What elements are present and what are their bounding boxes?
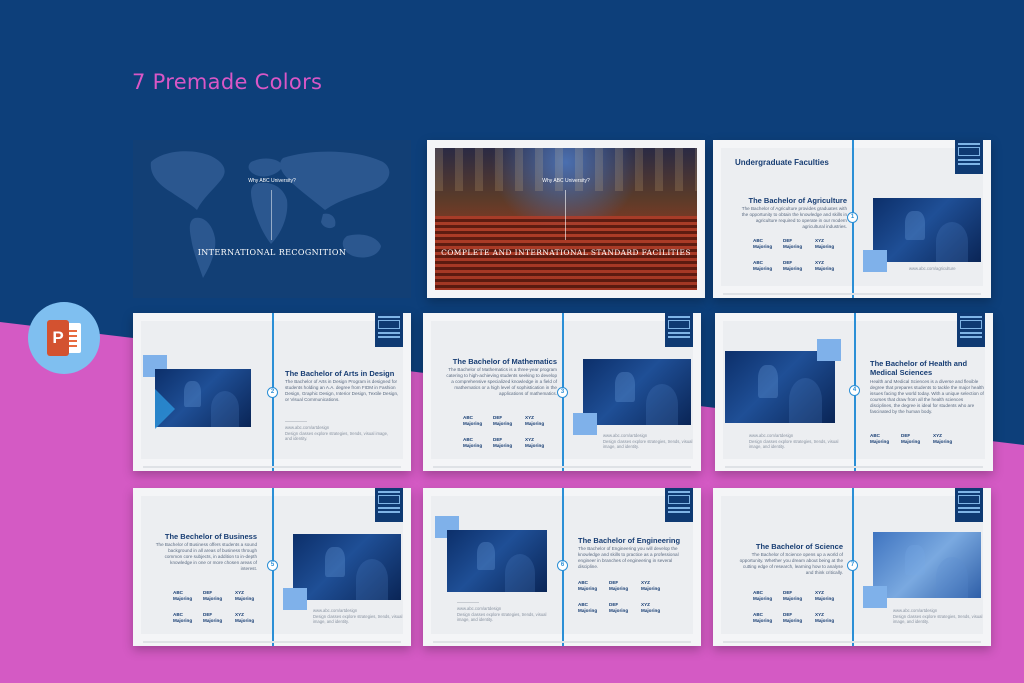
step-number: 1 bbox=[847, 212, 858, 223]
program-title: The Bachelor of Arts in Design bbox=[285, 369, 395, 378]
slide-agriculture[interactable]: Undergraduate Faculties 1 The Bachelor o… bbox=[713, 140, 991, 298]
program-url: www.abc.com/artdesign Design classes expl… bbox=[749, 433, 839, 449]
program-title: The Bachelor of Mathematics bbox=[452, 357, 557, 366]
section-title: Undergraduate Faculties bbox=[735, 158, 829, 167]
step-number: 7 bbox=[847, 560, 858, 571]
program-description: The Bachelor of Science opens up a world… bbox=[739, 552, 843, 575]
program-photo bbox=[583, 359, 691, 425]
slide-subtitle: Why ABC University? bbox=[248, 178, 296, 184]
powerpoint-badge: P bbox=[28, 302, 100, 374]
slide-health-medical[interactable]: 4 The Bachelor of Health and Medical Sci… bbox=[715, 313, 993, 471]
slide-title: INTERNATIONAL RECOGNITION bbox=[197, 248, 347, 257]
slide-science[interactable]: 7 The Bachelor of Science The Bachelor o… bbox=[713, 488, 991, 646]
program-title: The Bechelor of Business bbox=[164, 532, 257, 541]
program-url: www.abc.com/agriculture bbox=[909, 266, 956, 271]
program-description: Health and Medical Sciences is a diverse… bbox=[870, 379, 984, 414]
program-url: www.abc.com/artdesign Design classes expl… bbox=[457, 602, 557, 623]
powerpoint-icon: P bbox=[47, 320, 81, 356]
slide-international-recognition[interactable]: Why ABC University? INTERNATIONAL RECOGN… bbox=[133, 140, 411, 298]
university-logo bbox=[955, 140, 983, 174]
program-url: www.abc.com/artdesign Design classes expl… bbox=[313, 608, 403, 624]
page-heading: 7 Premade Colors bbox=[132, 70, 323, 94]
program-description: The Bachelor of Engineering you will dev… bbox=[578, 546, 679, 569]
program-title: The Bachelor of Agriculture bbox=[748, 196, 848, 205]
program-title: The Bachelor of Engineering bbox=[578, 536, 681, 545]
slide-mathematics[interactable]: 3 The Bachelor of Mathematics The Bachel… bbox=[423, 313, 701, 471]
step-number: 6 bbox=[557, 560, 568, 571]
step-number: 4 bbox=[849, 385, 860, 396]
program-description: The Bachelor of Business offers students… bbox=[155, 542, 257, 571]
step-number: 3 bbox=[557, 387, 568, 398]
program-photo bbox=[293, 534, 401, 600]
slide-engineering[interactable]: 6 The Bachelor of Engineering The Bachel… bbox=[423, 488, 701, 646]
slide-title: COMPLETE AND INTERNATIONAL STANDARD FACI… bbox=[441, 248, 691, 257]
university-logo bbox=[957, 313, 985, 347]
program-photo bbox=[447, 530, 547, 592]
slide-arts-design[interactable]: 2 The Bachelor of Arts in Design The Bac… bbox=[133, 313, 411, 471]
program-url: www.abc.com/artdesign Design classes expl… bbox=[603, 433, 693, 449]
university-logo bbox=[955, 488, 983, 522]
program-description: The Bachelor of Mathematics is a three-y… bbox=[446, 367, 557, 396]
university-logo bbox=[375, 488, 403, 522]
university-logo bbox=[375, 313, 403, 347]
program-title: The Bachelor of Health and Medical Scien… bbox=[870, 359, 968, 377]
slide-business[interactable]: 5 The Bechelor of Business The Bachelor … bbox=[133, 488, 411, 646]
university-logo bbox=[665, 488, 693, 522]
slide-facilities[interactable]: Why ABC University? COMPLETE AND INTERNA… bbox=[427, 140, 705, 298]
program-photo bbox=[725, 351, 835, 423]
program-photo bbox=[873, 198, 981, 262]
program-title: The Bachelor of Science bbox=[755, 542, 843, 551]
program-description: The Bachelor of Arts in Design Program i… bbox=[285, 379, 399, 402]
step-number: 5 bbox=[267, 560, 278, 571]
university-logo bbox=[665, 313, 693, 347]
theater-photo bbox=[435, 148, 697, 290]
program-url: www.abc.com/artdesign Design classes expl… bbox=[893, 608, 983, 624]
program-photo bbox=[873, 532, 981, 598]
world-map-graphic bbox=[150, 151, 390, 278]
step-number: 2 bbox=[267, 387, 278, 398]
program-description: The Bachelor of Agriculture provides gra… bbox=[741, 206, 847, 229]
slide-subtitle: Why ABC University? bbox=[542, 178, 590, 184]
program-url: www.abc.com/artdesign Design classes expl… bbox=[285, 421, 395, 442]
